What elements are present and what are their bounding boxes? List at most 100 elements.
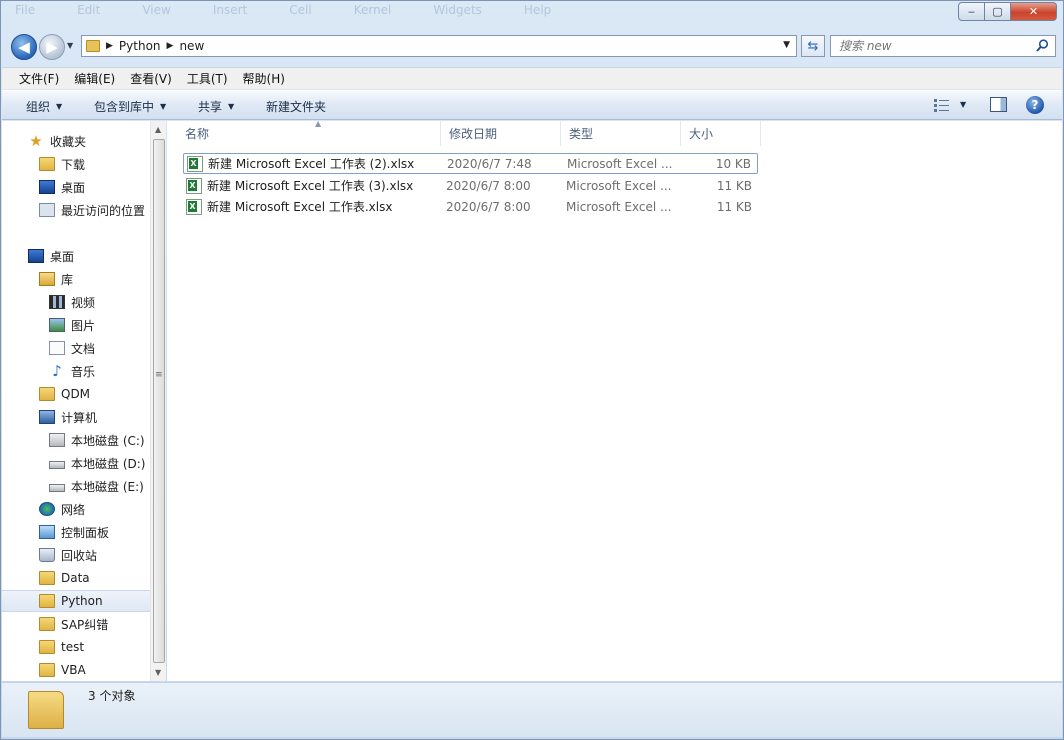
nav-favorites[interactable]: ★ 收藏夹 xyxy=(2,130,150,152)
menu-bar: 文件(F) 编辑(E) 查看(V) 工具(T) 帮助(H) xyxy=(2,67,1062,89)
background-menu-ghost: File Edit View Insert Cell Kernel Widget… xyxy=(15,3,551,17)
scroll-down-icon[interactable]: ▼ xyxy=(155,668,161,677)
nav-qdm[interactable]: QDM xyxy=(2,383,150,405)
recycle-bin-icon xyxy=(39,548,55,562)
scroll-up-icon[interactable]: ▲ xyxy=(155,125,161,134)
nav-test[interactable]: test xyxy=(2,636,150,658)
include-in-library-button[interactable]: 包含到库中 ▼ xyxy=(94,98,166,115)
search-input[interactable] xyxy=(831,36,1021,56)
nav-label: 本地磁盘 (E:) xyxy=(71,479,144,494)
file-type: Microsoft Excel ... xyxy=(567,156,673,171)
nav-label: 下载 xyxy=(61,157,86,172)
nav-control-panel[interactable]: 控制面板 xyxy=(2,521,150,543)
forward-button[interactable]: ▶ xyxy=(39,34,65,60)
nav-sap[interactable]: SAP纠错 xyxy=(2,613,150,635)
search-icon[interactable] xyxy=(1036,39,1049,52)
desktop-icon xyxy=(28,249,44,263)
file-row[interactable]: 新建 Microsoft Excel 工作表.xlsx 2020/6/7 8:0… xyxy=(183,196,758,217)
chevron-down-icon: ▼ xyxy=(56,102,63,111)
nav-label: 视频 xyxy=(71,295,96,310)
column-name-label: 名称 xyxy=(185,127,210,141)
desktop-icon xyxy=(39,180,55,194)
computer-icon xyxy=(39,410,55,424)
navigation-pane: ★ 收藏夹 下载 桌面 最近访问的位置 桌面 库 视频 图片 文档 ♪ 音乐 QDM… xyxy=(2,121,166,681)
nav-label: 回收站 xyxy=(61,548,98,563)
file-name: 新建 Microsoft Excel 工作表 (2).xlsx xyxy=(208,157,415,171)
nav-downloads[interactable]: 下载 xyxy=(2,153,150,175)
nav-recycle-bin[interactable]: 回收站 xyxy=(2,544,150,566)
network-icon xyxy=(39,502,55,516)
nav-recent-places[interactable]: 最近访问的位置 xyxy=(2,199,150,221)
title-bar: File Edit View Insert Cell Kernel Widget… xyxy=(1,1,1063,27)
control-panel-icon xyxy=(39,525,55,539)
chevron-down-icon: ▼ xyxy=(160,102,167,111)
star-icon: ★ xyxy=(29,132,43,150)
minimize-button[interactable]: ‒ xyxy=(958,2,985,21)
maximize-button[interactable]: ▢ xyxy=(985,2,1011,21)
hard-drive-icon xyxy=(49,483,65,492)
menu-help[interactable]: 帮助(H) xyxy=(243,70,285,87)
column-header-size[interactable]: 大小 xyxy=(681,121,761,146)
nav-network[interactable]: 网络 xyxy=(2,498,150,520)
ghost-widgets: Widgets xyxy=(433,3,482,17)
help-icon[interactable]: ? xyxy=(1026,96,1044,114)
organize-button[interactable]: 组织 ▼ xyxy=(26,98,62,115)
view-options-dropdown[interactable]: ▼ xyxy=(960,100,966,109)
nav-desktop-favorite[interactable]: 桌面 xyxy=(2,176,150,198)
nav-label: VBA xyxy=(61,663,86,677)
menu-tools[interactable]: 工具(T) xyxy=(187,70,228,87)
nav-music[interactable]: ♪ 音乐 xyxy=(2,360,150,382)
menu-file[interactable]: 文件(F) xyxy=(19,70,59,87)
nav-label: 桌面 xyxy=(61,180,86,195)
preview-pane-icon[interactable] xyxy=(990,97,1007,112)
nav-label: 本地磁盘 (C:) xyxy=(71,433,145,448)
ghost-edit: Edit xyxy=(77,3,101,17)
file-row[interactable]: 新建 Microsoft Excel 工作表 (3).xlsx 2020/6/7… xyxy=(183,175,758,196)
column-header-type[interactable]: 类型 xyxy=(561,121,681,146)
file-size: 11 KB xyxy=(716,178,752,193)
folder-icon xyxy=(39,594,55,608)
address-bar[interactable]: ▶ Python ▶ new ▼ xyxy=(81,35,797,57)
nav-drive-d[interactable]: 本地磁盘 (D:) xyxy=(2,452,150,474)
nav-desktop[interactable]: 桌面 xyxy=(2,245,150,267)
file-row[interactable]: 新建 Microsoft Excel 工作表 (2).xlsx 2020/6/7… xyxy=(183,153,758,174)
nav-drive-c[interactable]: 本地磁盘 (C:) xyxy=(2,429,150,451)
music-note-icon: ♪ xyxy=(52,362,62,380)
user-folder-icon xyxy=(39,387,55,401)
sort-ascending-icon: ▲ xyxy=(315,119,322,128)
nav-scrollbar[interactable]: ▲ ≡ ▼ xyxy=(150,121,166,681)
nav-python[interactable]: Python xyxy=(2,590,150,612)
nav-libraries[interactable]: 库 xyxy=(2,268,150,290)
excel-file-icon xyxy=(187,155,203,172)
address-history-dropdown[interactable]: ▼ xyxy=(783,40,790,50)
scroll-thumb[interactable] xyxy=(153,139,165,663)
nav-data[interactable]: Data xyxy=(2,567,150,589)
nav-pictures[interactable]: 图片 xyxy=(2,314,150,336)
breadcrumb-separator-icon[interactable]: ▶ xyxy=(167,41,174,51)
file-date: 2020/6/7 7:48 xyxy=(447,156,532,171)
chevron-down-icon: ▼ xyxy=(228,102,235,111)
menu-edit[interactable]: 编辑(E) xyxy=(74,70,115,87)
nav-documents[interactable]: 文档 xyxy=(2,337,150,359)
address-row: ◀ ▶ ▼ ▶ Python ▶ new ▼ ⇆ xyxy=(1,31,1063,63)
nav-vba[interactable]: VBA xyxy=(2,659,150,681)
back-button[interactable]: ◀ xyxy=(11,34,37,60)
nav-computer[interactable]: 计算机 xyxy=(2,406,150,428)
breadcrumb-separator-icon[interactable]: ▶ xyxy=(106,41,113,51)
column-header-name[interactable]: 名称 ▲ xyxy=(177,119,441,146)
breadcrumb-python[interactable]: Python xyxy=(119,39,161,53)
column-header-date[interactable]: 修改日期 xyxy=(441,121,561,146)
change-view-icon[interactable] xyxy=(934,98,950,112)
column-date-label: 修改日期 xyxy=(449,127,498,141)
breadcrumb-new[interactable]: new xyxy=(179,39,204,53)
refresh-button[interactable]: ⇆ xyxy=(801,35,825,57)
close-button[interactable]: ✕ xyxy=(1011,2,1057,21)
share-button[interactable]: 共享 ▼ xyxy=(198,98,234,115)
new-folder-button[interactable]: 新建文件夹 xyxy=(266,98,326,115)
recent-pages-dropdown[interactable]: ▼ xyxy=(67,41,73,50)
nav-videos[interactable]: 视频 xyxy=(2,291,150,313)
menu-view[interactable]: 查看(V) xyxy=(130,70,172,87)
nav-drive-e[interactable]: 本地磁盘 (E:) xyxy=(2,475,150,497)
file-size: 10 KB xyxy=(715,156,751,171)
ghost-file: File xyxy=(15,3,36,17)
